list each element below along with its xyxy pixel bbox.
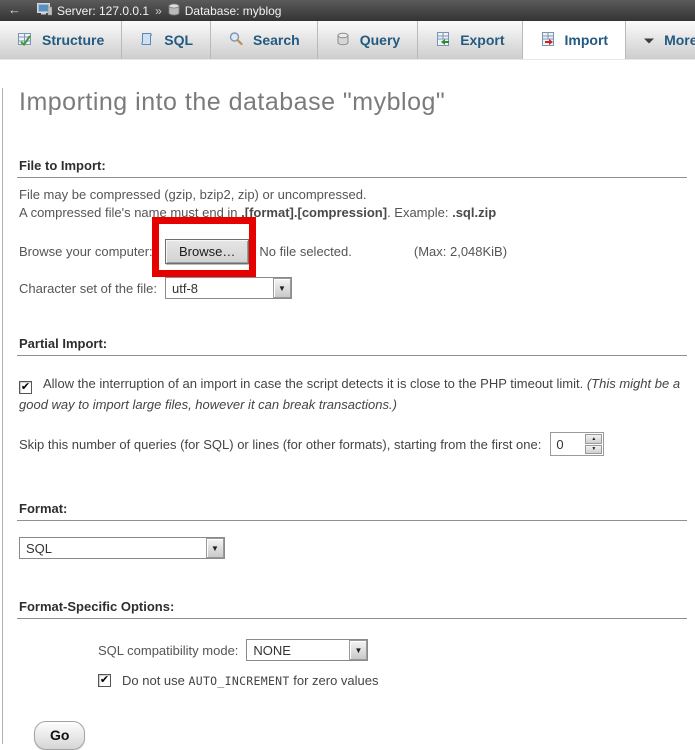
compression-note-line2-prefix: A compressed file's name must end in xyxy=(19,205,241,220)
compression-note: File may be compressed (gzip, bzip2, zip… xyxy=(19,186,691,222)
sql-compatibility-row: SQL compatibility mode: NONE ▼ xyxy=(98,639,691,661)
format-row: SQL ▼ xyxy=(19,537,691,559)
zero-values-label-suffix: for zero values xyxy=(290,673,379,688)
format-select[interactable]: SQL ▼ xyxy=(19,537,225,559)
dropdown-arrow-icon[interactable]: ▼ xyxy=(206,538,224,558)
tab-label: Search xyxy=(253,32,300,48)
browse-label: Browse your computer: xyxy=(19,244,165,259)
spinner-up-icon[interactable]: ▲ xyxy=(585,434,602,444)
sql-compatibility-selected-value: NONE xyxy=(247,640,297,660)
page-title: Importing into the database "myblog" xyxy=(19,88,691,117)
dropdown-arrow-icon[interactable]: ▼ xyxy=(349,640,367,660)
charset-label: Character set of the file: xyxy=(19,281,165,296)
server-icon xyxy=(37,3,52,19)
sql-compatibility-select[interactable]: NONE ▼ xyxy=(246,639,368,661)
tab-query[interactable]: Query xyxy=(318,21,418,59)
tab-label: More xyxy=(664,32,695,48)
charset-row: Character set of the file: utf-8 ▼ xyxy=(19,277,691,299)
skip-queries-spinbox: ▲ ▼ xyxy=(550,432,604,456)
zero-values-checkbox[interactable]: ✔ xyxy=(98,674,111,687)
allow-interruption-row: ✔ Allow the interruption of an import in … xyxy=(19,373,681,415)
skip-queries-label: Skip this number of queries (for SQL) or… xyxy=(19,437,541,452)
sql-compatibility-label: SQL compatibility mode: xyxy=(98,643,238,658)
compression-example: .sql.zip xyxy=(452,205,496,220)
tab-label: SQL xyxy=(164,32,193,48)
export-icon xyxy=(435,31,451,50)
tab-more[interactable]: More xyxy=(626,21,695,59)
compression-note-line1: File may be compressed (gzip, bzip2, zip… xyxy=(19,187,367,202)
tab-label: Import xyxy=(565,32,609,48)
auto-increment-code: AUTO_INCREMENT xyxy=(189,674,290,688)
section-heading-format: Format: xyxy=(17,501,687,521)
browse-row: Browse your computer: Browse… No file se… xyxy=(19,239,691,264)
tab-search[interactable]: Search xyxy=(211,21,318,59)
zero-values-label: Do not use AUTO_INCREMENT for zero value… xyxy=(122,673,379,688)
phpmyadmin-import-page: ← Server: 127.0.0.1 » Database: myblog xyxy=(0,0,695,716)
skip-queries-row: Skip this number of queries (for SQL) or… xyxy=(19,432,691,456)
compression-format-pattern: .[format].[compression] xyxy=(241,205,387,220)
no-file-selected-text: No file selected. xyxy=(259,244,352,259)
tab-label: Query xyxy=(360,32,400,48)
tab-label: Structure xyxy=(42,32,104,48)
search-icon xyxy=(228,31,244,50)
breadcrumb-database-link[interactable]: Database: myblog xyxy=(168,3,282,19)
back-arrow-icon[interactable]: ← xyxy=(4,2,29,19)
chevron-down-icon xyxy=(643,32,655,48)
skip-queries-input[interactable] xyxy=(551,433,584,455)
breadcrumb-database-label: Database: myblog xyxy=(185,4,282,18)
section-heading-format-specific: Format-Specific Options: xyxy=(17,599,687,619)
tab-label: Export xyxy=(460,32,504,48)
breadcrumb-server-label: Server: 127.0.0.1 xyxy=(57,4,149,18)
tab-bar: Structure SQL Search xyxy=(0,21,695,60)
format-selected-value: SQL xyxy=(20,538,58,558)
zero-values-row: ✔ Do not use AUTO_INCREMENT for zero val… xyxy=(98,673,691,688)
tab-export[interactable]: Export xyxy=(418,21,522,59)
structure-icon xyxy=(17,31,33,50)
charset-selected-value: utf-8 xyxy=(166,278,204,298)
tab-sql[interactable]: SQL xyxy=(122,21,211,59)
allow-interruption-label: Allow the interruption of an import in c… xyxy=(43,376,587,391)
compression-note-line2-mid: . Example: xyxy=(387,205,452,220)
import-icon xyxy=(540,31,556,50)
browse-button[interactable]: Browse… xyxy=(165,239,249,264)
dropdown-arrow-icon[interactable]: ▼ xyxy=(273,278,291,298)
zero-values-label-prefix: Do not use xyxy=(122,673,189,688)
main-content: Importing into the database "myblog" Fil… xyxy=(2,88,695,744)
breadcrumb-server-link[interactable]: Server: 127.0.0.1 xyxy=(37,3,149,19)
spinner-down-icon[interactable]: ▼ xyxy=(585,445,602,455)
max-size-note: (Max: 2,048KiB) xyxy=(414,244,507,259)
skip-queries-spinner: ▲ ▼ xyxy=(585,434,602,454)
go-button[interactable]: Go xyxy=(34,721,85,750)
section-heading-partial-import: Partial Import: xyxy=(17,336,687,356)
database-icon xyxy=(168,3,180,19)
sql-icon xyxy=(139,31,155,50)
tab-structure[interactable]: Structure xyxy=(0,21,122,59)
section-heading-file-to-import: File to Import: xyxy=(17,158,687,178)
query-icon xyxy=(335,31,351,50)
tab-import[interactable]: Import xyxy=(523,21,627,59)
breadcrumb: ← Server: 127.0.0.1 » Database: myblog xyxy=(0,0,695,21)
charset-select[interactable]: utf-8 ▼ xyxy=(165,277,292,299)
allow-interruption-checkbox[interactable]: ✔ xyxy=(19,381,32,394)
breadcrumb-separator: » xyxy=(155,4,162,18)
